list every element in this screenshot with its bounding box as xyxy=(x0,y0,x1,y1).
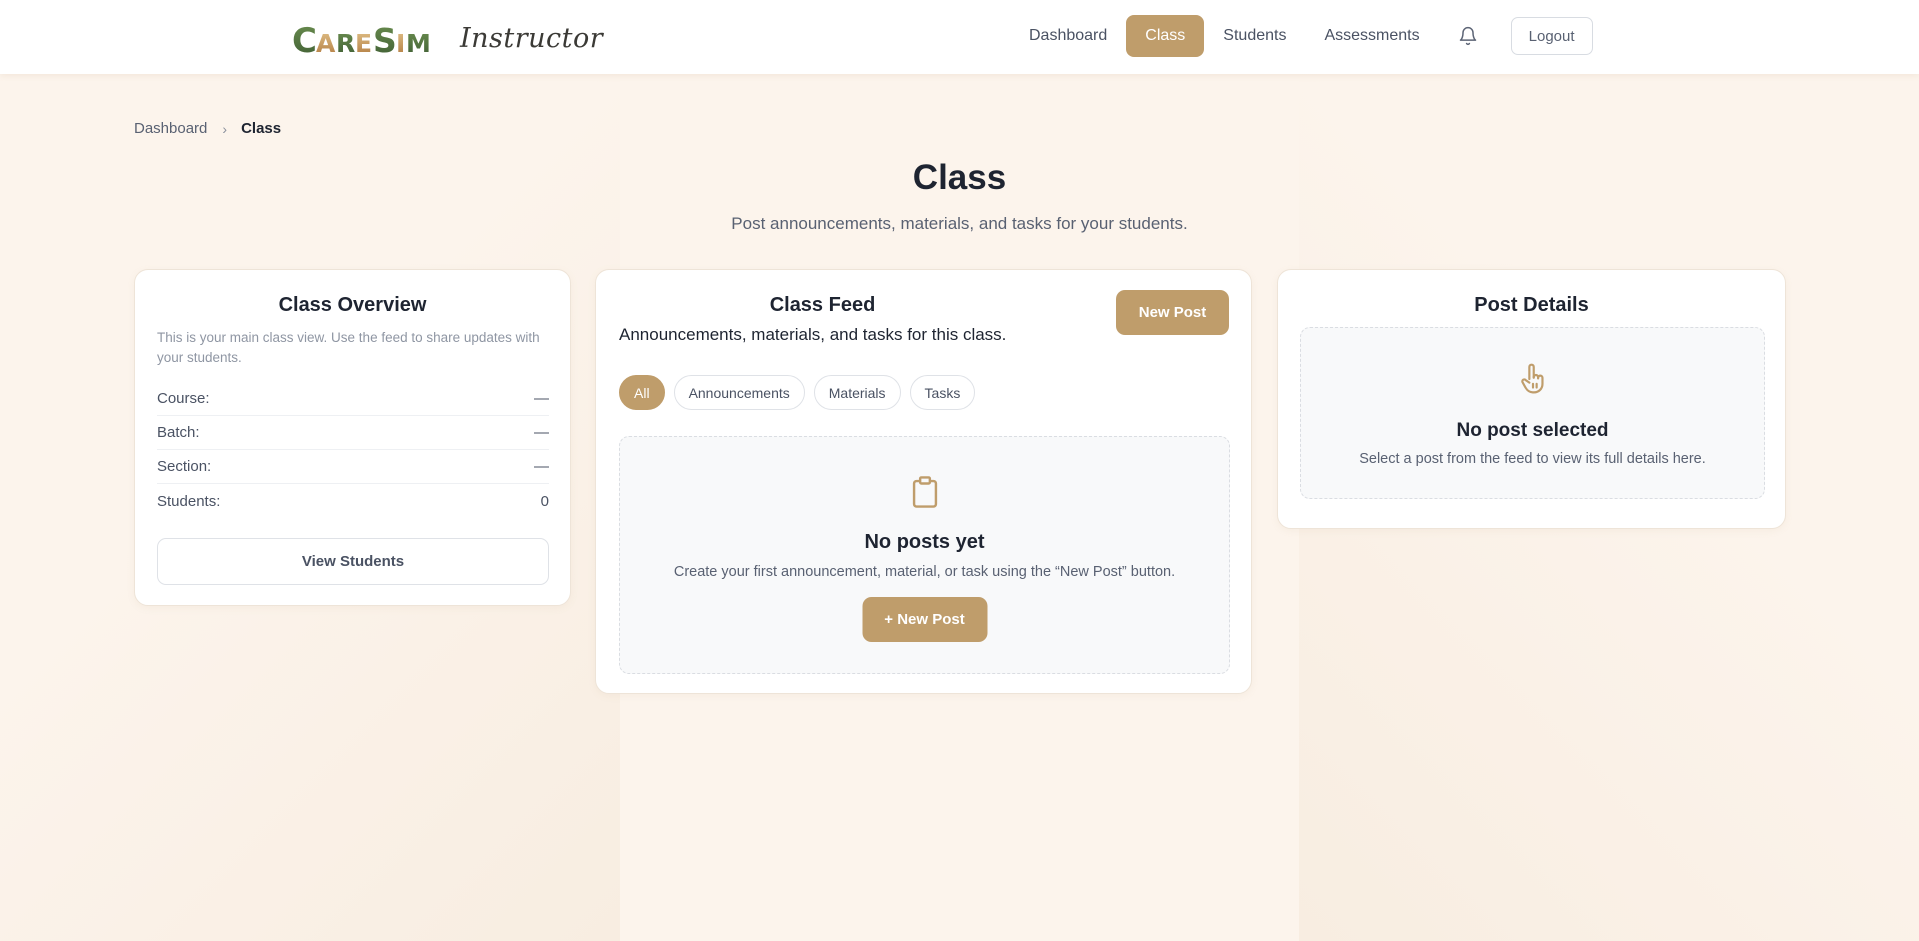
filter-all[interactable]: All xyxy=(619,375,665,410)
filter-tasks[interactable]: Tasks xyxy=(909,375,976,410)
view-students-button[interactable]: View Students xyxy=(157,538,549,585)
svg-text:M: M xyxy=(406,29,431,58)
main-nav: Dashboard Class Students Assessments Log… xyxy=(1010,15,1593,57)
brand-role-label: Instructor xyxy=(460,22,604,54)
pointing-hand-icon xyxy=(1520,363,1544,394)
info-label: Section: xyxy=(157,458,212,475)
class-overview-description: This is your main class view. Use the fe… xyxy=(157,330,540,365)
nav-students[interactable]: Students xyxy=(1204,15,1305,57)
page-subtitle: Post announcements, materials, and tasks… xyxy=(731,214,1188,233)
svg-text:S: S xyxy=(373,21,397,58)
svg-text:I: I xyxy=(396,29,405,58)
new-post-button[interactable]: New Post xyxy=(1116,290,1229,335)
bell-icon xyxy=(1459,26,1476,46)
svg-text:C: C xyxy=(292,21,317,58)
class-overview-title: Class Overview xyxy=(278,294,427,316)
nav-class[interactable]: Class xyxy=(1126,15,1205,57)
no-post-selected-title: No post selected xyxy=(1456,420,1609,441)
notifications-button[interactable] xyxy=(1447,15,1489,57)
page-title: Class xyxy=(912,158,1007,197)
caresim-logo: C A R E S I M xyxy=(292,21,431,58)
breadcrumb-dashboard[interactable]: Dashboard xyxy=(134,120,207,137)
info-row-students: Students: 0 xyxy=(157,484,549,518)
breadcrumb-separator: › xyxy=(222,120,228,137)
info-row-course: Course: — xyxy=(157,382,549,416)
new-post-empty-button[interactable]: + New Post xyxy=(862,597,987,642)
clipboard-icon xyxy=(912,476,937,508)
class-feed-title: Class Feed xyxy=(769,294,876,316)
details-empty-state: No post selected Select a post from the … xyxy=(1300,327,1765,499)
nav-dashboard[interactable]: Dashboard xyxy=(1010,15,1126,57)
info-label: Batch: xyxy=(157,424,200,441)
filter-materials[interactable]: Materials xyxy=(813,375,901,410)
brand[interactable]: C A R E S I M Instructor xyxy=(292,18,603,58)
svg-text:R: R xyxy=(336,29,355,58)
top-navbar: C A R E S I M Instructor Dashboard Class… xyxy=(0,0,1919,74)
class-overview-card: Class Overview This is your main class v… xyxy=(134,269,571,606)
info-label: Students: xyxy=(157,492,221,510)
info-row-batch: Batch: — xyxy=(157,416,549,450)
post-details-card: Post Details No post selected Select a p… xyxy=(1277,269,1786,529)
info-label: Course: xyxy=(157,390,210,407)
class-feed-subtitle: Announcements, materials, and tasks for … xyxy=(619,325,1007,344)
no-post-selected-text: Select a post from the feed to view its … xyxy=(1359,451,1706,467)
svg-text:E: E xyxy=(355,29,372,58)
svg-text:A: A xyxy=(316,29,336,58)
breadcrumb-current: Class xyxy=(241,120,282,137)
info-value: — xyxy=(534,424,549,441)
nav-assessments[interactable]: Assessments xyxy=(1305,15,1438,57)
info-value: — xyxy=(534,390,549,407)
class-feed-card: Class Feed Announcements, materials, and… xyxy=(595,269,1252,694)
breadcrumb: Dashboard › Class xyxy=(134,120,281,137)
filter-announcements[interactable]: Announcements xyxy=(673,375,805,410)
info-row-section: Section: — xyxy=(157,450,549,484)
empty-feed-title: No posts yet xyxy=(864,531,985,553)
post-details-title: Post Details xyxy=(1474,294,1589,316)
empty-feed-text: Create your first announcement, material… xyxy=(673,564,1176,580)
feed-empty-state: No posts yet Create your first announcem… xyxy=(619,436,1230,674)
info-value: 0 xyxy=(540,492,549,510)
info-value: — xyxy=(534,458,549,475)
class-info-list: Course: — Batch: — Section: — Students: … xyxy=(157,382,549,518)
feed-filters: All Announcements Materials Tasks xyxy=(619,375,976,410)
logout-button[interactable]: Logout xyxy=(1510,17,1593,55)
